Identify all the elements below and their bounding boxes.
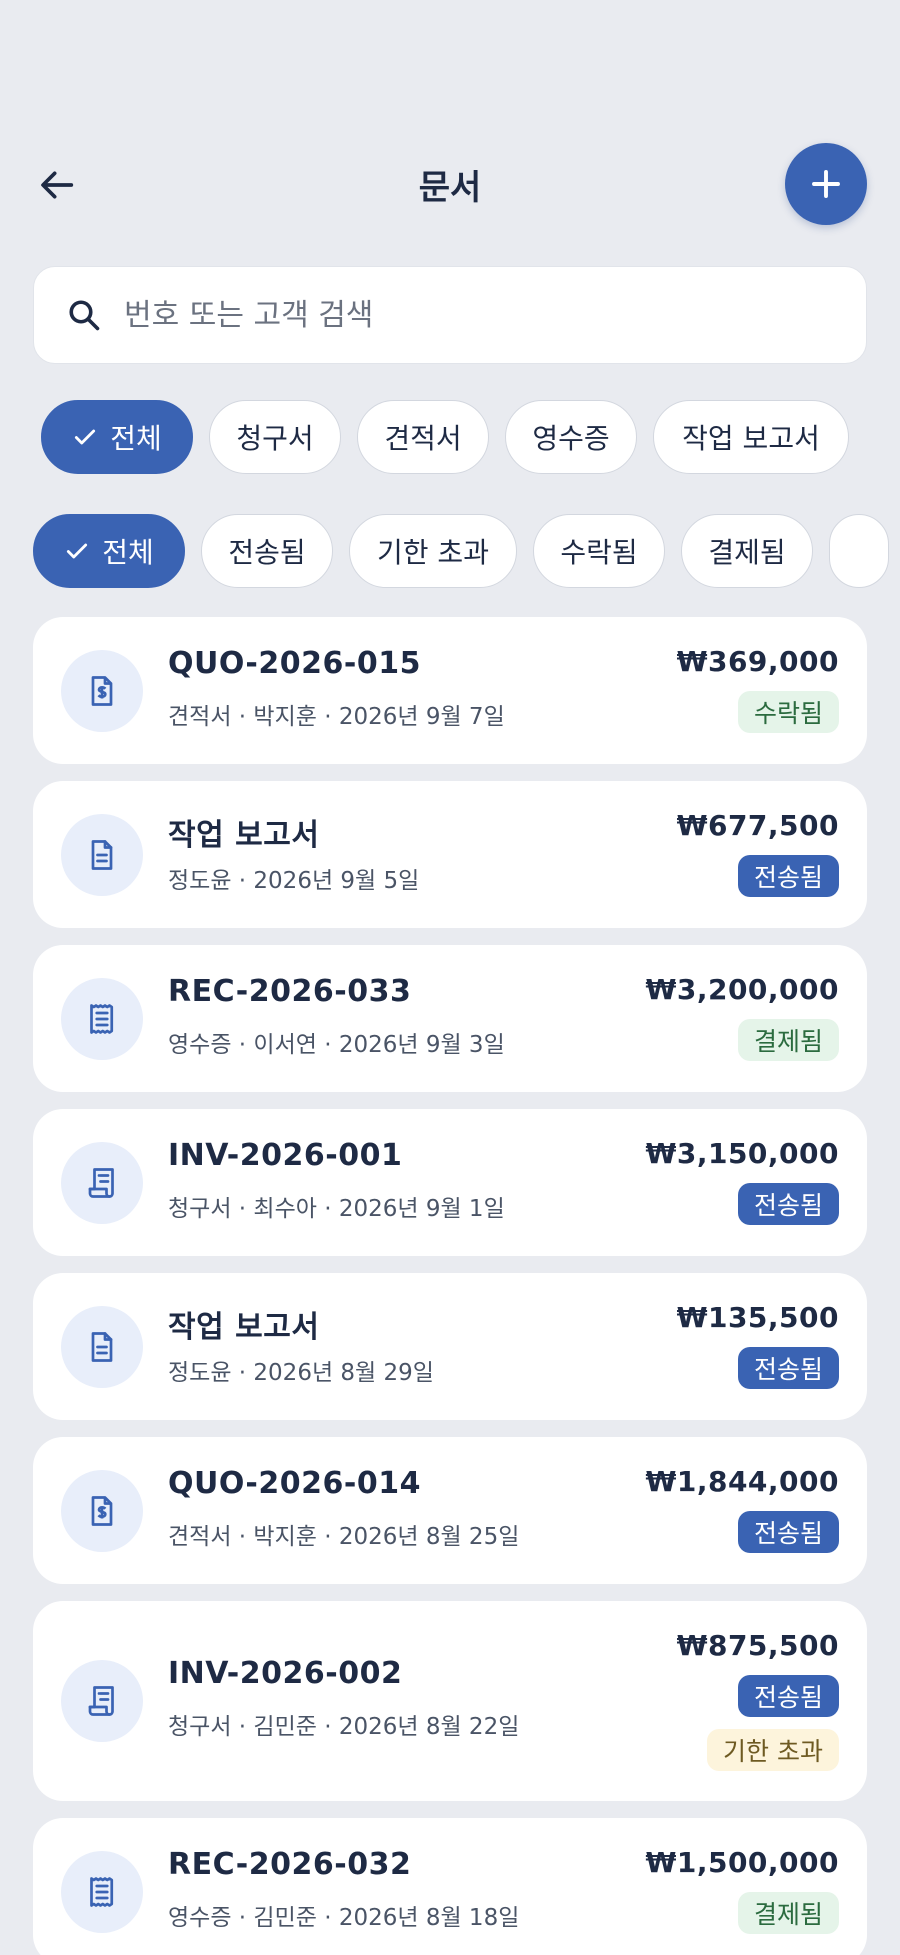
document-subtitle: 정도윤 · 2026년 9월 5일 [168,867,420,894]
type-filter-chip-0[interactable]: 전체 [41,400,193,474]
chip-label: 전송됨 [228,536,306,569]
status-filter-chip-5[interactable] [829,514,889,588]
status-badge: 전송됨 [737,855,839,897]
document-title: REC-2026-033 [168,973,412,1009]
document-card[interactable]: INV-2026-001 청구서 · 최수아 · 2026년 9월 1일 ₩3,15… [33,1109,867,1256]
quote-icon [61,649,143,732]
search-bar[interactable] [33,266,867,364]
app-header: 문서 [0,140,900,230]
status-badge: 결제됨 [737,1019,839,1061]
receipt-icon [61,977,143,1060]
document-amount: ₩1,500,000 [645,1846,839,1879]
document-card[interactable]: 작업 보고서정도윤 · 2026년 8월 29일 ₩135,500 전송됨 [33,1273,867,1420]
status-filter-chip-3[interactable]: 수락됨 [533,514,665,588]
status-filter-chip-0[interactable]: 전체 [33,514,185,588]
status-badge: 전송됨 [737,1183,839,1225]
document-title: INV-2026-001 [168,1137,403,1173]
document-subtitle: 견적서 · 박지훈 · 2026년 8월 25일 [168,1523,520,1550]
type-filter-chip-4[interactable]: 작업 보고서 [653,400,849,474]
page-title: 문서 [418,168,482,208]
check-icon [72,424,98,450]
chip-label: 수락됨 [560,536,638,569]
document-title: QUO-2026-014 [168,1465,421,1501]
document-card[interactable]: QUO-2026-015 견적서 · 박지훈 · 2026년 9월 7일 ₩369,… [33,617,867,764]
check-icon [64,538,90,564]
status-badge: 전송됨 [737,1675,839,1717]
status-badge: 전송됨 [737,1347,839,1389]
document-card[interactable]: REC-2026-032 영수증 · 김민준 · 2026년 8월 18일 ₩1,5… [33,1818,867,1955]
chip-label: 영수증 [532,422,610,455]
chip-label: 전체 [110,422,162,455]
document-subtitle: 영수증 · 김민준 · 2026년 8월 18일 [168,1904,520,1931]
chip-label: 청구서 [236,422,314,455]
status-badge: 수락됨 [737,691,839,733]
status-badge: 결제됨 [737,1892,839,1934]
type-filter-chip-3[interactable]: 영수증 [505,400,637,474]
chip-label: 전체 [102,536,154,569]
search-input[interactable] [124,297,824,333]
document-card[interactable]: 작업 보고서정도윤 · 2026년 9월 5일 ₩677,500 전송됨 [33,781,867,928]
add-document-button[interactable] [785,143,867,225]
status-filter-chip-4[interactable]: 결제됨 [681,514,813,588]
status-badge: 기한 초과 [707,1729,839,1771]
chip-label: 기한 초과 [377,536,489,569]
quote-icon [61,1469,143,1552]
type-filter-row: 전체 청구서 견적서 영수증 작업 보고서 [0,400,900,478]
invoice-icon [61,1660,143,1742]
chip-label: 결제됨 [708,536,786,569]
invoice-icon [61,1141,143,1224]
document-card[interactable]: INV-2026-002 청구서 · 김민준 · 2026년 8월 22일 ₩875… [33,1601,867,1801]
status-filter-chip-1[interactable]: 전송됨 [201,514,333,588]
status-badge: 전송됨 [737,1511,839,1553]
document-amount: ₩3,150,000 [645,1137,839,1170]
report-icon [61,1305,143,1388]
plus-icon [812,170,840,198]
type-filter-chip-2[interactable]: 견적서 [357,400,489,474]
document-card[interactable]: REC-2026-033 영수증 · 이서연 · 2026년 9월 3일 ₩3,20… [33,945,867,1092]
document-amount: ₩875,500 [676,1629,839,1662]
document-amount: ₩369,000 [676,645,839,678]
document-subtitle: 견적서 · 박지훈 · 2026년 9월 7일 [168,703,505,730]
document-subtitle: 청구서 · 최수아 · 2026년 9월 1일 [168,1195,505,1222]
chip-label: 견적서 [384,422,462,455]
chip-label: 작업 보고서 [682,422,820,455]
search-icon [69,300,100,331]
document-subtitle: 영수증 · 이서연 · 2026년 9월 3일 [168,1031,505,1058]
type-filter-chip-1[interactable]: 청구서 [209,400,341,474]
document-title: 작업 보고서 [168,817,320,853]
document-subtitle: 청구서 · 김민준 · 2026년 8월 22일 [168,1714,520,1740]
document-subtitle: 정도윤 · 2026년 8월 29일 [168,1359,434,1386]
report-icon [61,813,143,896]
document-title: INV-2026-002 [168,1656,403,1691]
document-card[interactable]: QUO-2026-014 견적서 · 박지훈 · 2026년 8월 25일 ₩1,8… [33,1437,867,1584]
receipt-icon [61,1850,143,1933]
status-filter-chip-2[interactable]: 기한 초과 [349,514,517,588]
document-amount: ₩1,844,000 [645,1465,839,1498]
document-title: 작업 보고서 [168,1309,320,1345]
document-amount: ₩135,500 [676,1301,839,1334]
document-title: REC-2026-032 [168,1846,412,1882]
document-title: QUO-2026-015 [168,645,421,681]
document-amount: ₩3,200,000 [645,973,839,1006]
document-amount: ₩677,500 [676,809,839,842]
status-filter-row: 전체 전송됨 기한 초과 수락됨 결제됨 [0,514,900,592]
